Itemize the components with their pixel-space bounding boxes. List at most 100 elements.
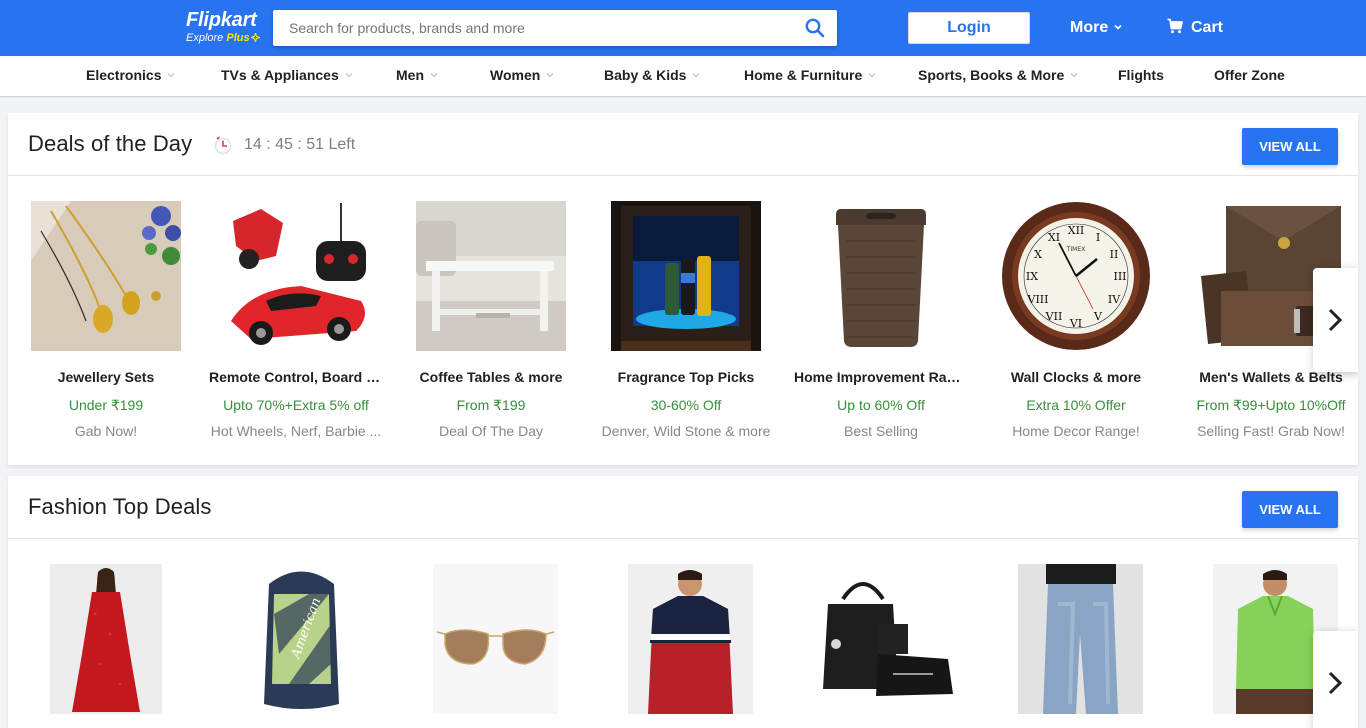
nav-label: Baby & Kids <box>604 67 687 83</box>
chevron-down-icon <box>546 73 554 78</box>
product-image: XIIIII VIIX III IVV VIIVIII XXI TIMEX <box>1001 201 1151 351</box>
carousel-next-button[interactable] <box>1313 631 1358 728</box>
product-image <box>433 564 558 714</box>
svg-text:XI: XI <box>1048 231 1060 244</box>
more-label: More <box>1070 19 1109 36</box>
fashion-card[interactable]: American <box>201 563 391 714</box>
product-name: Wall Clocks & more <box>1010 369 1142 385</box>
svg-text:XII: XII <box>1068 224 1085 237</box>
view-all-button[interactable]: VIEW ALL <box>1242 491 1338 528</box>
product-name: Remote Control, Board G... <box>209 369 389 385</box>
fashion-card[interactable] <box>981 563 1171 714</box>
product-name: Home Improvement Range <box>794 369 972 385</box>
nav-item-electronics[interactable]: Electronics <box>86 56 175 96</box>
product-name: Jewellery Sets <box>57 369 155 385</box>
product-offer: From ₹199 <box>456 397 526 413</box>
nav-label: Flights <box>1118 67 1164 83</box>
top-header: Flipkart Explore Plus Login More Cart <box>0 0 1366 56</box>
more-menu[interactable]: More <box>1070 16 1122 40</box>
countdown-timer: 14 : 45 : 51 Left <box>244 136 356 153</box>
nav-item-sports-books-more[interactable]: Sports, Books & More <box>918 56 1078 96</box>
product-image <box>31 201 181 351</box>
nav-item-flights[interactable]: Flights <box>1118 56 1164 96</box>
product-image <box>1018 564 1143 714</box>
nav-item-men[interactable]: Men <box>396 56 438 96</box>
logo-sub-prefix: Explore <box>186 32 227 44</box>
svg-text:VI: VI <box>1069 317 1082 330</box>
chevron-down-icon <box>1070 73 1078 78</box>
product-subtitle: Gab Now! <box>74 423 138 439</box>
nav-label: Electronics <box>86 67 162 83</box>
svg-text:III: III <box>1113 270 1126 283</box>
chevron-right-icon <box>1328 308 1343 332</box>
product-image <box>806 201 956 351</box>
product-image <box>611 201 761 351</box>
cart-link[interactable]: Cart <box>1167 16 1223 40</box>
product-subtitle: Deal Of The Day <box>438 423 543 439</box>
product-image <box>50 564 162 714</box>
search-bar <box>273 10 837 46</box>
product-offer: Extra 10% Offer <box>1026 397 1126 413</box>
product-subtitle: Home Decor Range! <box>1012 423 1140 439</box>
chevron-down-icon <box>345 73 353 78</box>
svg-text:X: X <box>1034 248 1042 261</box>
product-subtitle: Denver, Wild Stone & more <box>601 423 771 439</box>
product-subtitle: Hot Wheels, Nerf, Barbie ... <box>210 423 382 439</box>
carousel-next-button[interactable] <box>1313 268 1358 372</box>
logo-text: Flipkart <box>186 9 257 31</box>
chevron-down-icon <box>693 73 700 78</box>
nav-item-baby-kids[interactable]: Baby & Kids <box>604 56 700 96</box>
deal-card[interactable]: Remote Control, Board G... Upto 70%+Extr… <box>201 201 391 451</box>
logo-subtitle: Explore Plus <box>186 31 262 45</box>
nav-item-women[interactable]: Women <box>490 56 554 96</box>
nav-label: Sports, Books & More <box>918 67 1065 83</box>
product-offer: Up to 60% Off <box>837 397 925 413</box>
fashion-card[interactable] <box>786 563 976 714</box>
svg-text:II: II <box>1110 248 1119 261</box>
product-name: Fragrance Top Picks <box>617 369 755 385</box>
chevron-down-icon <box>168 73 175 78</box>
nav-item-offer-zone[interactable]: Offer Zone <box>1214 56 1285 96</box>
svg-text:V: V <box>1093 310 1103 323</box>
cart-label: Cart <box>1191 19 1224 36</box>
deal-card[interactable]: Fragrance Top Picks 30-60% Off Denver, W… <box>591 201 781 451</box>
nav-label: TVs & Appliances <box>221 67 339 83</box>
product-offer: From ₹99+Upto 10%Off <box>1196 397 1346 413</box>
plus-icon <box>250 33 260 42</box>
product-image: American <box>239 564 364 714</box>
search-input[interactable] <box>273 10 793 46</box>
nav-item-home-furniture[interactable]: Home & Furniture <box>744 56 876 96</box>
deal-card[interactable]: Home Improvement Range Up to 60% Off Bes… <box>786 201 976 451</box>
fashion-card[interactable] <box>396 563 586 714</box>
product-image <box>808 564 958 714</box>
product-offer: Under ₹199 <box>68 397 144 413</box>
section-title: Deals of the Day <box>28 131 193 156</box>
nav-label: Women <box>490 67 541 83</box>
deal-card[interactable]: XII III VI IX I II IV V VII VIII X XI TIMEX Wa… <box>981 201 1171 451</box>
logo-plus: Plus <box>226 32 250 44</box>
search-icon[interactable] <box>805 18 825 38</box>
login-button[interactable]: Login <box>908 12 1030 44</box>
deal-card[interactable]: Coffee Tables & more From ₹199 Deal Of T… <box>396 201 586 451</box>
section-header: Deals of the Day 14 : 45 : 51 Left VIEW … <box>8 113 1358 176</box>
product-offer: Upto 70%+Extra 5% off <box>223 397 369 413</box>
nav-label: Home & Furniture <box>744 67 863 83</box>
chevron-down-icon <box>1114 24 1122 30</box>
cart-icon <box>1167 18 1183 34</box>
product-subtitle: Best Selling <box>844 423 918 439</box>
svg-text:TIMEX: TIMEX <box>1066 246 1086 253</box>
nav-label: Men <box>396 67 424 83</box>
fashion-card[interactable] <box>591 563 781 714</box>
product-subtitle: Selling Fast! Grab Now! <box>1197 423 1345 439</box>
chevron-right-icon <box>1328 671 1343 695</box>
chevron-down-icon <box>868 73 876 78</box>
view-all-button[interactable]: VIEW ALL <box>1242 128 1338 165</box>
section-title: Fashion Top Deals <box>28 494 212 519</box>
timer-icon <box>214 136 232 155</box>
deal-card[interactable]: Jewellery Sets Under ₹199 Gab Now! <box>11 201 201 451</box>
nav-label: Offer Zone <box>1214 67 1285 83</box>
fashion-card[interactable] <box>11 563 201 714</box>
svg-text:VII: VII <box>1045 310 1063 323</box>
nav-item-tvs-appliances[interactable]: TVs & Appliances <box>221 56 353 96</box>
flipkart-logo[interactable]: Flipkart Explore Plus <box>186 9 262 45</box>
